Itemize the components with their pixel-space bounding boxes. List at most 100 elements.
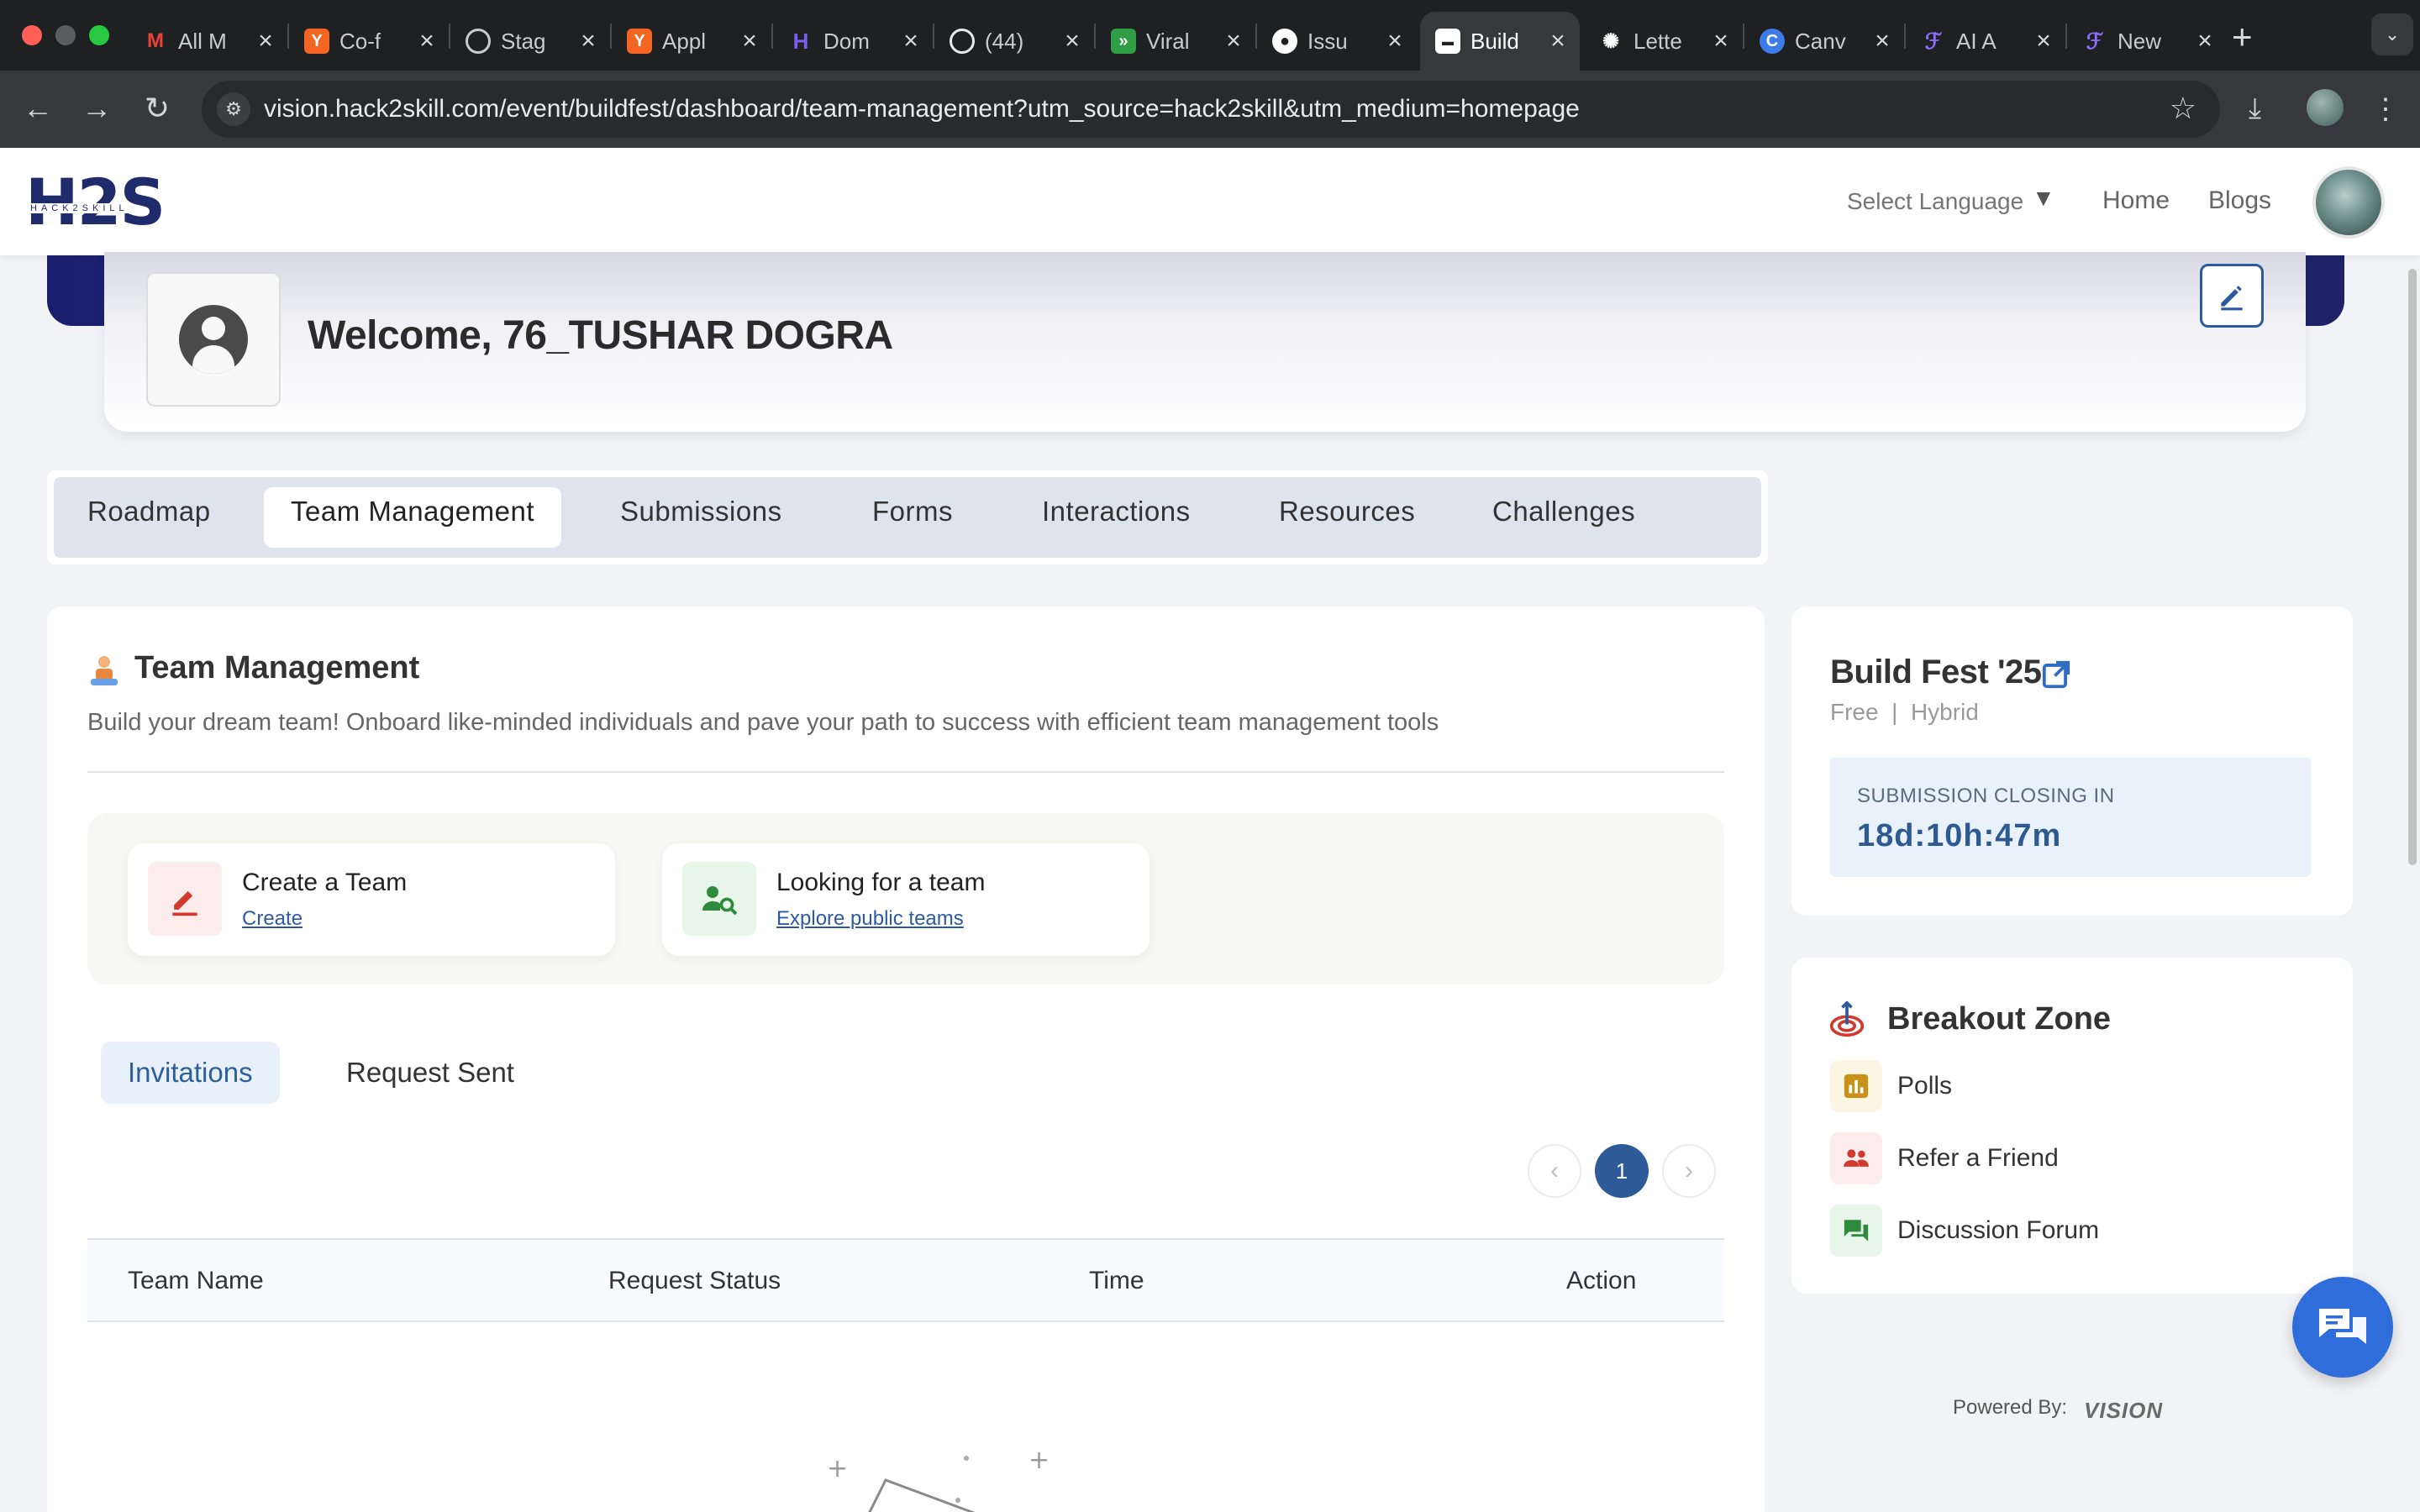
browser-profile-avatar[interactable] (2307, 89, 2344, 126)
browser-tab[interactable]: ● Issu × (1257, 12, 1417, 71)
tab-title: Build (1470, 28, 1519, 54)
close-tab-icon[interactable]: × (1872, 27, 1892, 55)
caret-down-icon[interactable]: ▼ (2032, 185, 2055, 212)
browser-tab[interactable]: Y Appl × (612, 12, 771, 71)
browser-tab[interactable]: » Viral × (1096, 12, 1255, 71)
whatsapp-icon (950, 29, 975, 54)
dom-icon: H (792, 28, 809, 54)
tab-title: Viral (1146, 28, 1190, 54)
breakout-polls[interactable]: Polls (1830, 1060, 2301, 1114)
profile-picture (146, 272, 281, 407)
browser-tab[interactable]: Y Co-f × (289, 12, 449, 71)
download-icon[interactable]: ⤓ (2249, 92, 2261, 125)
welcome-card: Welcome, 76_TUSHAR DOGRA (104, 252, 2306, 432)
close-tab-icon[interactable]: × (255, 27, 276, 55)
edit-profile-button[interactable] (2200, 264, 2264, 328)
pencil-icon (2221, 286, 2243, 311)
next-page-button[interactable]: › (1662, 1144, 1716, 1198)
card-heading: Looking for a team (776, 869, 986, 896)
tab-forms[interactable]: Forms (872, 496, 953, 528)
browser-tab-active[interactable]: ▬ Build × (1420, 12, 1580, 71)
browser-tab-bar: M All M × Y Co-f × Stag × Y Appl × H Dom… (0, 0, 2420, 71)
browser-tab[interactable]: Stag × (450, 12, 610, 71)
tab-challenges[interactable]: Challenges (1492, 496, 1635, 528)
maximize-window-button[interactable] (89, 25, 109, 45)
close-tab-icon[interactable]: × (2033, 27, 2054, 55)
globe-icon (466, 29, 491, 54)
tab-team-management[interactable]: Team Management (264, 487, 561, 548)
chat-widget-button[interactable] (2292, 1277, 2393, 1378)
team-management-panel: Team Management Build your dream team! O… (47, 606, 1765, 1512)
tab-search-chevron-icon[interactable]: ⌄ (2371, 13, 2413, 55)
tab-resources[interactable]: Resources (1279, 496, 1415, 528)
browser-tab[interactable]: M All M × (128, 12, 287, 71)
breakout-refer-friend[interactable]: Refer a Friend (1830, 1132, 2301, 1186)
tab-title: Stag (501, 28, 546, 54)
bookmark-star-icon[interactable]: ☆ (2170, 91, 2196, 126)
prev-page-button[interactable]: ‹ (1528, 1144, 1581, 1198)
close-tab-icon[interactable]: × (901, 27, 921, 55)
column-team-name: Team Name (128, 1267, 264, 1294)
new-tab-icon[interactable]: + (2232, 17, 2253, 57)
url-text[interactable]: vision.hack2skill.com/event/buildfest/da… (264, 95, 1580, 123)
close-tab-icon[interactable]: × (578, 27, 598, 55)
column-time: Time (1089, 1267, 1144, 1294)
welcome-heading: Welcome, 76_TUSHAR DOGRA (308, 313, 893, 358)
create-team-link[interactable]: Create (242, 907, 302, 931)
tab-roadmap[interactable]: Roadmap (87, 496, 211, 528)
close-tab-icon[interactable]: × (417, 27, 437, 55)
browser-tab[interactable]: H Dom × (773, 12, 933, 71)
tab-title: Appl (662, 28, 707, 54)
browser-toolbar: ← → ↻ ⚙ vision.hack2skill.com/event/buil… (0, 71, 2420, 148)
tab-title: AI A (1956, 28, 1996, 54)
reload-icon[interactable]: ↻ (138, 89, 176, 128)
dashboard-tabs: Roadmap Team Management Submissions Form… (47, 470, 1768, 564)
user-avatar[interactable] (2312, 166, 2385, 239)
explore-public-teams-link[interactable]: Explore public teams (776, 907, 964, 931)
close-tab-icon[interactable]: × (739, 27, 760, 55)
close-window-button[interactable] (22, 25, 42, 45)
browser-tab[interactable]: (44) × (934, 12, 1094, 71)
close-tab-icon[interactable]: × (1548, 27, 1568, 55)
language-selector[interactable]: Select Language (1847, 188, 2023, 215)
ai-icon: ℱ (2086, 28, 2104, 54)
team-actions: Create a Team Create Looking for a team … (87, 813, 1724, 984)
subtab-invitations[interactable]: Invitations (101, 1042, 280, 1104)
subtab-request-sent[interactable]: Request Sent (346, 1057, 514, 1089)
create-pencil-icon (148, 862, 222, 936)
create-team-card[interactable]: Create a Team Create (128, 843, 615, 956)
page-1-button[interactable]: 1 (1595, 1144, 1649, 1198)
tab-title: Dom (823, 28, 870, 54)
close-tab-icon[interactable]: × (2195, 27, 2215, 55)
breakout-discussion-forum[interactable]: Discussion Forum (1830, 1205, 2301, 1258)
column-request-status: Request Status (608, 1267, 781, 1294)
event-card: Build Fest '25 Free | Hybrid SUBMISSION … (1791, 606, 2353, 916)
close-tab-icon[interactable]: × (1385, 27, 1405, 55)
close-tab-icon[interactable]: × (1062, 27, 1082, 55)
tab-title: Canv (1795, 28, 1846, 54)
countdown-value: 18d:10h:47m (1857, 818, 2062, 853)
minimize-window-button[interactable] (55, 25, 76, 45)
tab-submissions[interactable]: Submissions (620, 496, 782, 528)
h2s-logo[interactable]: H2S HACK2SKILL (25, 171, 176, 234)
back-arrow-icon[interactable]: ← (18, 89, 57, 128)
browser-menu-icon[interactable]: ⋮ (2371, 92, 2400, 126)
submission-countdown: SUBMISSION CLOSING IN 18d:10h:47m (1830, 758, 2311, 877)
page-scrollbar[interactable] (2408, 269, 2417, 865)
browser-tab[interactable]: ℱ AI A × (1906, 12, 2065, 71)
forward-arrow-icon[interactable]: → (77, 89, 116, 128)
nav-home-link[interactable]: Home (2102, 186, 2170, 215)
address-bar[interactable]: ⚙ vision.hack2skill.com/event/buildfest/… (202, 81, 2220, 138)
browser-tab[interactable]: C Canv × (1744, 12, 1904, 71)
tab-interactions[interactable]: Interactions (1042, 496, 1191, 528)
site-settings-icon[interactable]: ⚙ (217, 92, 250, 126)
breakout-item-label: Polls (1897, 1072, 1953, 1100)
external-link-icon[interactable] (2040, 659, 2072, 690)
nav-blogs-link[interactable]: Blogs (2208, 186, 2271, 215)
breakout-item-label: Discussion Forum (1897, 1216, 2100, 1244)
find-team-card[interactable]: Looking for a team Explore public teams (662, 843, 1150, 956)
close-tab-icon[interactable]: × (1223, 27, 1244, 55)
close-tab-icon[interactable]: × (1711, 27, 1731, 55)
browser-tab[interactable]: ✺ Lette × (1583, 12, 1743, 71)
browser-tab[interactable]: ℱ New × (2067, 12, 2227, 71)
